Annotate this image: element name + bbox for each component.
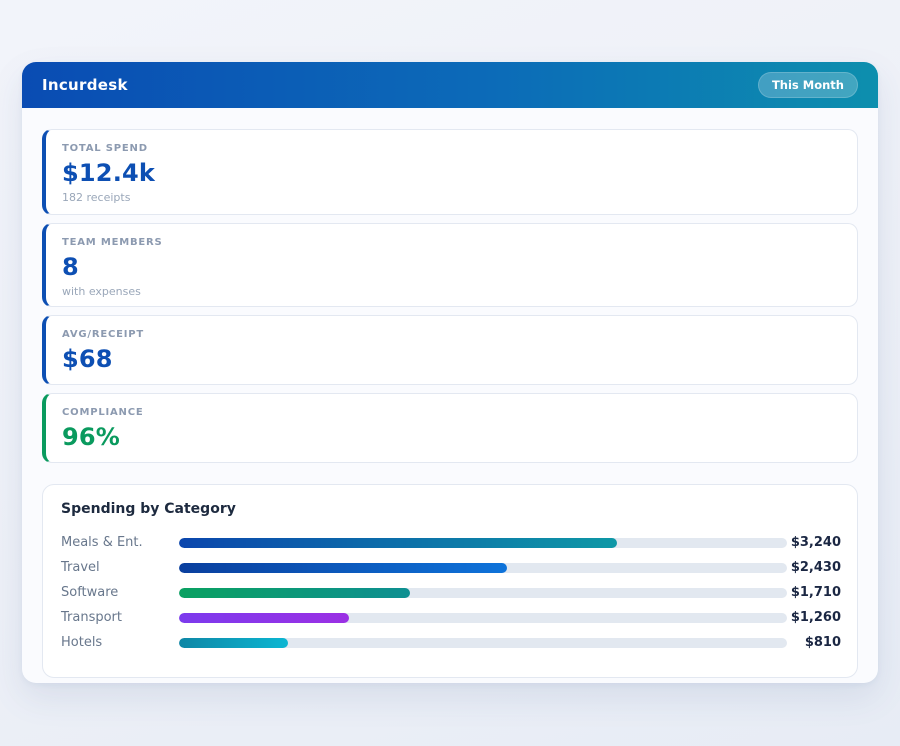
stat-card-avg-receipt: AVG/RECEIPT $68	[42, 315, 858, 385]
spending-chart-card: Spending by Category Meals & Ent. $3,240 T…	[42, 484, 858, 678]
bar-track	[179, 613, 787, 623]
chart-value: $2,430	[787, 560, 841, 575]
bar-fill	[179, 613, 349, 623]
stat-value: $68	[62, 345, 841, 373]
stat-label: AVG/RECEIPT	[62, 329, 841, 340]
period-badge[interactable]: This Month	[758, 72, 858, 98]
app-title: Incurdesk	[42, 76, 128, 94]
stat-label: COMPLIANCE	[62, 407, 841, 418]
stat-card-team-members: TEAM MEMBERS 8 with expenses	[42, 223, 858, 307]
stat-subtext: with expenses	[62, 285, 841, 298]
chart-category-label: Travel	[61, 560, 179, 575]
chart-value: $810	[787, 635, 841, 650]
stat-card-compliance: COMPLIANCE 96%	[42, 393, 858, 463]
stat-card-total-spend: TOTAL SPEND $12.4k 182 receipts	[42, 129, 858, 215]
stat-value: $12.4k	[62, 159, 841, 187]
chart-rows: Meals & Ent. $3,240 Travel $2,430 Software $1…	[61, 530, 841, 655]
chart-category-label: Meals & Ent.	[61, 535, 179, 550]
dashboard-card: Incurdesk This Month TOTAL SPEND $12.4k …	[22, 62, 878, 683]
bar-track	[179, 563, 787, 573]
bar-track	[179, 538, 787, 548]
chart-value: $1,260	[787, 610, 841, 625]
chart-row: Hotels $810	[61, 630, 841, 655]
chart-value: $1,710	[787, 585, 841, 600]
bar-fill	[179, 563, 507, 573]
stat-label: TEAM MEMBERS	[62, 237, 841, 248]
chart-category-label: Transport	[61, 610, 179, 625]
chart-row: Travel $2,430	[61, 555, 841, 580]
bar-track	[179, 588, 787, 598]
chart-category-label: Hotels	[61, 635, 179, 650]
bar-fill	[179, 538, 617, 548]
chart-row: Meals & Ent. $3,240	[61, 530, 841, 555]
chart-value: $3,240	[787, 535, 841, 550]
stat-label: TOTAL SPEND	[62, 143, 841, 154]
chart-row: Transport $1,260	[61, 605, 841, 630]
bar-fill	[179, 588, 410, 598]
stat-value: 96%	[62, 423, 841, 451]
app-header: Incurdesk This Month	[22, 62, 878, 108]
chart-row: Software $1,710	[61, 580, 841, 605]
stat-value: 8	[62, 253, 841, 281]
chart-title: Spending by Category	[61, 501, 841, 517]
dashboard-content: TOTAL SPEND $12.4k 182 receipts TEAM MEM…	[22, 108, 878, 683]
stat-subtext: 182 receipts	[62, 191, 841, 204]
bar-fill	[179, 638, 288, 648]
bar-track	[179, 638, 787, 648]
chart-category-label: Software	[61, 585, 179, 600]
